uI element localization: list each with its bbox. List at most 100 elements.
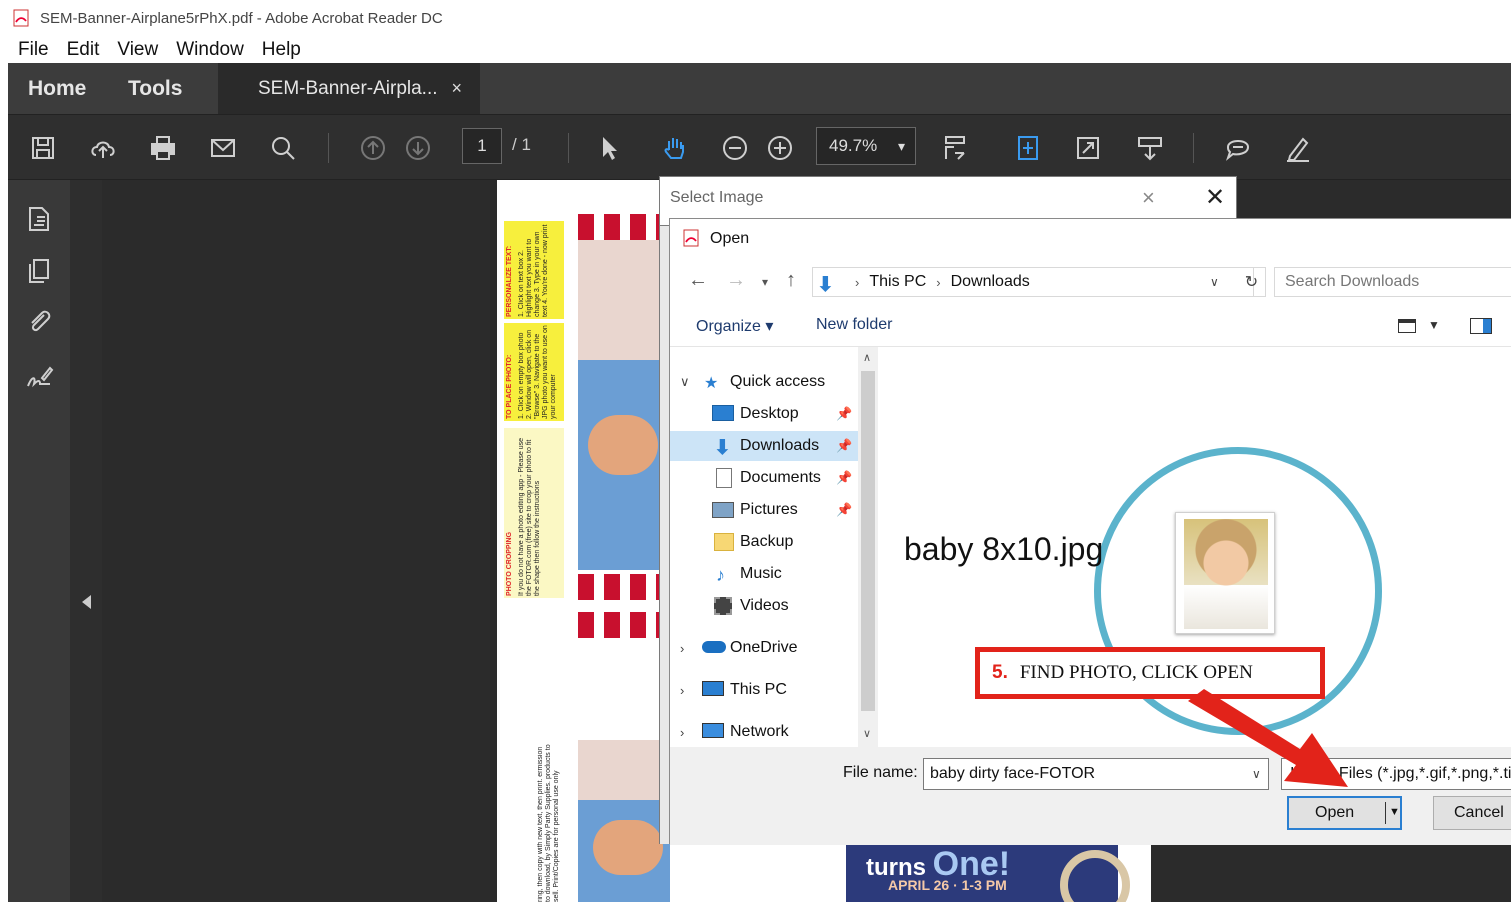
open-dialog-titlebar: Open: [670, 219, 1511, 259]
cloud-upload-icon[interactable]: [86, 131, 120, 165]
menu-bar: File Edit View Window Help: [0, 36, 1511, 63]
nav-label: Backup: [740, 533, 794, 550]
callout-text: FIND PHOTO, CLICK OPEN: [1019, 662, 1253, 683]
banner-photo[interactable]: [578, 240, 660, 570]
breadcrumb-downloads[interactable]: Downloads: [951, 273, 1030, 291]
menu-window[interactable]: Window: [176, 39, 244, 61]
search-icon[interactable]: [266, 131, 300, 165]
hand-tool-icon[interactable]: [658, 131, 692, 165]
page-number-input[interactable]: 1: [462, 128, 502, 164]
banner-date: APRIL 26 · 1-3 PM: [888, 877, 1007, 893]
nav-videos[interactable]: Videos: [670, 591, 858, 621]
window-titlebar: SEM-Banner-Airplane5rPhX.pdf - Adobe Acr…: [0, 0, 1511, 36]
nav-scrollbar[interactable]: ∧ ∨: [858, 347, 878, 747]
tab-bar: Home Tools SEM-Banner-Airpla... ×: [8, 63, 1511, 114]
banner-photo[interactable]: [578, 740, 670, 902]
scroll-mode-icon[interactable]: [1011, 131, 1045, 165]
search-input[interactable]: Search Downloads: [1274, 267, 1511, 297]
acrobat-pdf-icon: [12, 9, 30, 27]
print-icon[interactable]: [146, 131, 180, 165]
comment-icon[interactable]: [1221, 131, 1255, 165]
nav-label: Music: [740, 565, 782, 582]
tab-document[interactable]: SEM-Banner-Airpla... ×: [218, 63, 480, 114]
fill-sign-icon[interactable]: [22, 360, 56, 394]
nav-network[interactable]: › Network: [670, 717, 858, 747]
address-bar[interactable]: ⬇ › This PC › Downloads: [812, 267, 1254, 297]
open-button[interactable]: Open ▼: [1287, 796, 1402, 830]
back-arrow-icon[interactable]: ←: [688, 269, 708, 292]
breadcrumb-chevron-icon: ›: [936, 274, 941, 290]
nav-documents[interactable]: Documents 📌: [670, 463, 858, 493]
dropdown-arrow-icon[interactable]: ▼: [1389, 806, 1400, 818]
menu-help[interactable]: Help: [262, 39, 301, 61]
nav-label: Quick access: [730, 373, 826, 390]
save-icon[interactable]: [26, 131, 60, 165]
zoom-out-icon[interactable]: [718, 131, 752, 165]
zoom-in-icon[interactable]: [763, 131, 797, 165]
banner-stripes: [578, 612, 660, 638]
cancel-button[interactable]: Cancel: [1433, 796, 1511, 830]
read-mode-icon[interactable]: [1133, 131, 1167, 165]
new-folder-button[interactable]: New folder: [816, 316, 892, 334]
nav-music[interactable]: ♪ Music: [670, 559, 858, 589]
tab-home[interactable]: Home: [28, 63, 86, 114]
chevron-right-icon: ›: [680, 724, 685, 740]
instruction-text: 1. Click on empty box photo 2. Window wi…: [518, 325, 557, 419]
nav-label: Network: [730, 723, 789, 740]
nav-onedrive[interactable]: › OneDrive: [670, 633, 858, 663]
nav-label: This PC: [730, 681, 787, 698]
highlight-pen-icon[interactable]: [1281, 131, 1315, 165]
next-page-icon[interactable]: [401, 131, 435, 165]
export-pdf-icon[interactable]: [22, 202, 56, 236]
fit-page-icon[interactable]: [938, 131, 972, 165]
pin-icon: 📌: [836, 502, 853, 517]
nav-label: Desktop: [740, 405, 799, 422]
acrobat-pdf-icon: [682, 229, 700, 252]
up-arrow-icon[interactable]: ↑: [786, 269, 796, 292]
file-item-name[interactable]: baby 8x10.jpg: [904, 531, 1103, 568]
split-divider: [1385, 802, 1386, 824]
full-screen-icon[interactable]: [1071, 131, 1105, 165]
nav-downloads[interactable]: ⬇ Downloads 📌: [670, 431, 858, 461]
previous-page-icon[interactable]: [356, 131, 390, 165]
organize-button[interactable]: Organize ▾: [696, 316, 773, 336]
nav-this-pc[interactable]: › This PC: [670, 675, 858, 705]
nav-pictures[interactable]: Pictures 📌: [670, 495, 858, 525]
nav-desktop[interactable]: Desktop 📌: [670, 399, 858, 429]
nav-quick-access[interactable]: ∨ ★ Quick access: [670, 367, 858, 397]
menu-file[interactable]: File: [18, 39, 49, 61]
chevron-down-icon[interactable]: ▼: [1428, 318, 1440, 332]
nav-backup[interactable]: Backup: [670, 527, 858, 557]
organize-pages-icon[interactable]: [22, 254, 56, 288]
view-mode-icon[interactable]: [1398, 319, 1416, 333]
zoom-value: 49.7%: [829, 136, 878, 155]
close-icon[interactable]: ×: [1142, 185, 1155, 211]
email-icon[interactable]: [206, 131, 240, 165]
menu-view[interactable]: View: [117, 39, 158, 61]
downloads-folder-icon: ⬇: [817, 274, 834, 296]
network-icon: [702, 723, 724, 738]
chevron-down-icon[interactable]: ∨: [863, 727, 871, 740]
scroll-thumb[interactable]: [861, 371, 875, 711]
recent-locations-icon[interactable]: ▾: [762, 275, 768, 289]
panel-collapse-handle[interactable]: [70, 180, 102, 902]
forward-arrow-icon[interactable]: →: [726, 269, 746, 292]
instruction-text: 1. Click on text box 2. Highlight text y…: [518, 224, 549, 317]
left-tool-panel: [8, 180, 70, 902]
tab-close-icon[interactable]: ×: [452, 78, 463, 99]
zoom-select[interactable]: 49.7% ▾: [816, 127, 916, 165]
breadcrumb-this-pc[interactable]: This PC: [869, 273, 926, 291]
tab-tools[interactable]: Tools: [128, 63, 182, 114]
breadcrumb-chevron-icon: ›: [855, 274, 860, 290]
menu-edit[interactable]: Edit: [67, 39, 100, 61]
open-dialog-title: Open: [710, 230, 750, 247]
preview-pane-icon[interactable]: [1470, 318, 1492, 334]
close-icon[interactable]: ✕: [1205, 183, 1225, 212]
chevron-down-icon[interactable]: ∨: [1210, 275, 1219, 289]
refresh-icon[interactable]: ↻: [1238, 267, 1266, 297]
videos-folder-icon: [714, 597, 732, 615]
file-name-label: File name:: [843, 764, 918, 781]
chevron-up-icon[interactable]: ∧: [863, 351, 871, 364]
select-cursor-icon[interactable]: [592, 131, 626, 165]
attachment-icon[interactable]: [22, 304, 56, 338]
